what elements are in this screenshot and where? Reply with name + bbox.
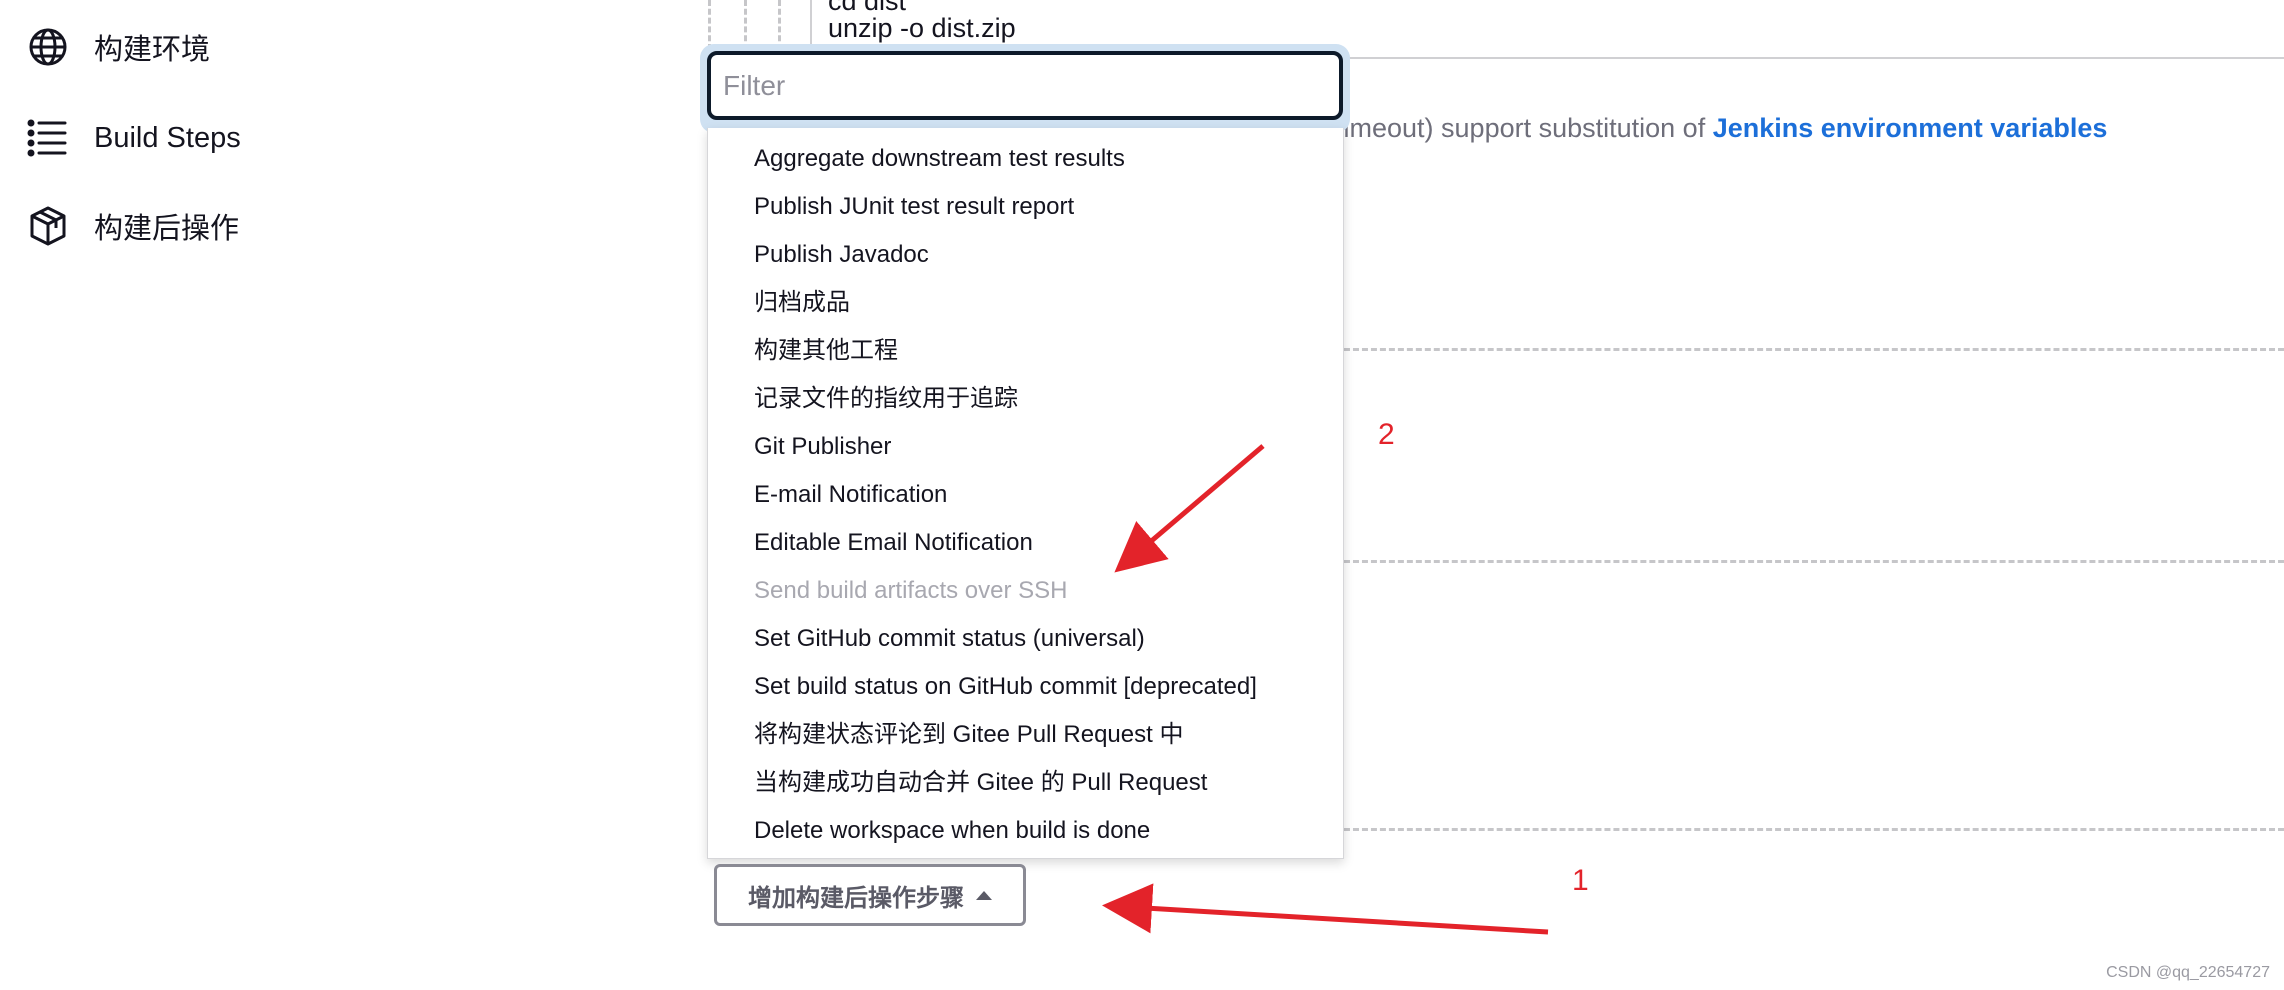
menu-item[interactable]: 将构建状态评论到 Gitee Pull Request 中 xyxy=(754,718,1183,752)
help-text-body: timeout) support substitution of xyxy=(1336,113,1713,143)
package-icon xyxy=(26,204,70,248)
sidebar-item-build-steps[interactable]: Build Steps xyxy=(26,113,241,163)
tree-guide-line xyxy=(778,0,781,50)
annotation-label-1: 1 xyxy=(1572,864,1589,897)
code-line: unzip -o dist.zip xyxy=(828,13,1016,43)
sidebar-item-label: 构建后操作 xyxy=(94,213,240,245)
help-text: timeout) support substitution of Jenkins… xyxy=(1336,113,2107,144)
menu-item[interactable]: Set GitHub commit status (universal) xyxy=(754,622,1145,656)
sidebar-item-build-env[interactable]: 构建环境 xyxy=(26,22,210,72)
filter-focus-ring xyxy=(700,44,1350,133)
menu-item[interactable]: Delete workspace when build is done xyxy=(754,814,1150,848)
menu-item[interactable]: 构建其他工程 xyxy=(754,334,898,368)
jenkins-env-vars-link[interactable]: Jenkins environment variables xyxy=(1713,113,2108,143)
post-build-action-menu: Aggregate downstream test results Publis… xyxy=(707,128,1344,859)
section-divider xyxy=(1344,560,2284,563)
caret-up-icon xyxy=(976,890,992,900)
menu-item-disabled: Send build artifacts over SSH xyxy=(754,577,1068,604)
menu-item[interactable]: 当构建成功自动合并 Gitee 的 Pull Request xyxy=(754,766,1207,800)
globe-icon xyxy=(26,25,70,69)
menu-item[interactable]: Git Publisher xyxy=(754,430,891,464)
add-post-build-step-button[interactable]: 增加构建后操作步骤 xyxy=(714,864,1026,926)
tree-guide-line xyxy=(708,0,711,50)
menu-item[interactable]: Aggregate downstream test results xyxy=(754,142,1125,176)
sidebar-item-label: 构建环境 xyxy=(94,34,211,66)
menu-item[interactable]: E-mail Notification xyxy=(754,478,947,512)
menu-item[interactable]: Editable Email Notification xyxy=(754,526,1033,560)
tree-guide-line xyxy=(744,0,747,50)
sidebar-item-post-build[interactable]: 构建后操作 xyxy=(26,201,239,251)
menu-item[interactable]: Set build status on GitHub commit [depre… xyxy=(754,670,1257,704)
watermark: CSDN @qq_22654727 xyxy=(2106,964,2270,981)
list-icon xyxy=(26,116,70,160)
menu-item[interactable]: 记录文件的指纹用于追踪 xyxy=(754,382,1018,416)
menu-item[interactable]: 归档成品 xyxy=(754,286,850,320)
filter-input[interactable] xyxy=(707,51,1343,120)
menu-item[interactable]: Publish Javadoc xyxy=(754,238,929,272)
menu-item[interactable]: Publish JUnit test result report xyxy=(754,190,1074,224)
section-divider xyxy=(1344,828,2284,831)
add-post-build-step-label: 增加构建后操作步骤 xyxy=(748,884,964,912)
sidebar-item-label: Build Steps xyxy=(94,121,241,154)
section-divider xyxy=(1344,348,2284,351)
annotation-label-2: 2 xyxy=(1378,418,1395,451)
annotation-arrow-1 xyxy=(1102,883,1549,935)
